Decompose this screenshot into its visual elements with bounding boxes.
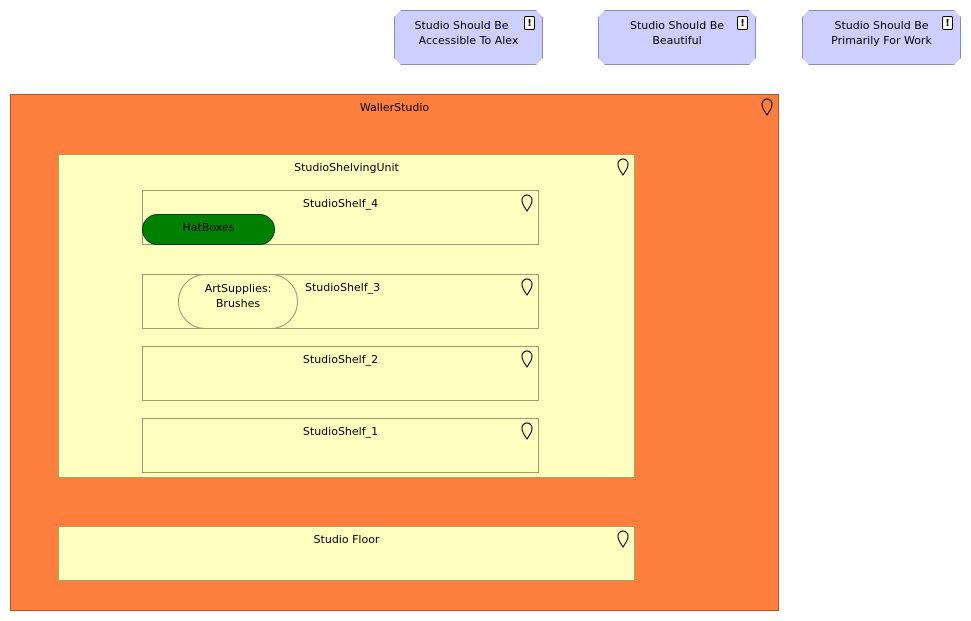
shelving-unit-label: StudioShelvingUnit [294, 161, 399, 174]
requirement-primarily-work-line1: Studio Should Be [834, 19, 929, 32]
artsupplies-label-line1: ArtSupplies: [204, 282, 272, 295]
location-pin-icon [521, 194, 533, 212]
location-pin-icon [521, 422, 533, 440]
location-pin-icon [617, 530, 629, 548]
studio-floor[interactable]: Studio Floor [58, 526, 635, 581]
shelf-3-label: StudioShelf_3 [305, 281, 381, 294]
requirement-beautiful[interactable]: Studio Should Be Beautiful ! [598, 10, 756, 65]
location-pin-icon [521, 350, 533, 368]
location-pin-icon [761, 98, 773, 116]
shelf-2[interactable]: StudioShelf_2 [142, 346, 539, 401]
waller-studio-label: WallerStudio [359, 101, 430, 114]
artsupplies-label-line2: Brushes [215, 297, 261, 310]
location-pin-icon [617, 158, 629, 176]
shelf-2-label: StudioShelf_2 [302, 353, 379, 366]
requirement-accessible-line2: Accessible To Alex [418, 34, 519, 47]
requirement-beautiful-line2: Beautiful [652, 34, 702, 47]
location-pin-icon [521, 278, 533, 296]
requirement-beautiful-line1: Studio Should Be [629, 19, 725, 32]
studio-floor-label: Studio Floor [313, 533, 380, 546]
artsupplies-item[interactable]: ArtSupplies: Brushes [178, 274, 298, 329]
requirement-accessible[interactable]: Studio Should Be Accessible To Alex ! [394, 10, 543, 65]
exclamation-icon: ! [942, 16, 953, 30]
exclamation-icon: ! [737, 16, 748, 30]
shelf-1-label: StudioShelf_1 [302, 425, 379, 438]
exclamation-icon: ! [524, 16, 535, 30]
hatboxes-label: HatBoxes [182, 221, 235, 234]
requirement-primarily-work[interactable]: Studio Should Be Primarily For Work ! [802, 10, 961, 65]
hatboxes-item[interactable]: HatBoxes [142, 214, 275, 245]
shelf-4-label: StudioShelf_4 [302, 197, 379, 210]
shelf-1[interactable]: StudioShelf_1 [142, 418, 539, 473]
requirement-accessible-line1: Studio Should Be [414, 19, 509, 32]
requirement-primarily-work-line2: Primarily For Work [831, 34, 932, 47]
